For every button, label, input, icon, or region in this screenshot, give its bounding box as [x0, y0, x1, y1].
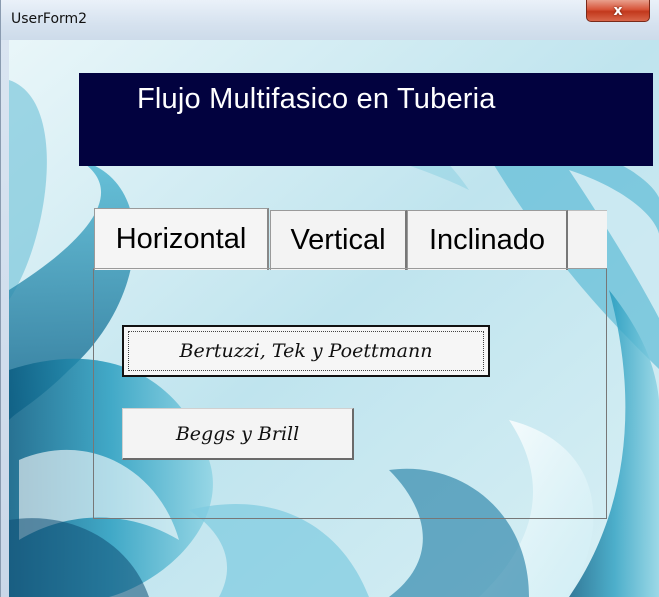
close-button[interactable]: x [586, 0, 650, 22]
header-banner: Flujo Multifasico en Tuberia [79, 73, 653, 166]
close-icon: x [613, 2, 623, 19]
bertuzzi-tek-poettmann-button[interactable]: Bertuzzi, Tek y Poettmann [122, 325, 490, 377]
title-bar[interactable]: UserForm2 x [1, 0, 659, 40]
tab-control: Horizontal Vertical Inclinado Bertuzzi, … [93, 208, 607, 519]
tab-strip-background [568, 210, 607, 268]
tab-inclinado[interactable]: Inclinado [407, 210, 568, 270]
tab-vertical[interactable]: Vertical [270, 210, 407, 270]
focus-rectangle [128, 331, 484, 371]
form-client-area: Flujo Multifasico en Tuberia Horizontal … [9, 40, 659, 597]
window-title: UserForm2 [11, 11, 88, 27]
banner-title: Flujo Multifasico en Tuberia [137, 83, 496, 115]
beggs-button-label: Beggs y Brill [175, 422, 300, 445]
userform-window: UserForm2 x Flujo Multifasico en Tuberia… [0, 0, 659, 597]
beggs-brill-button[interactable]: Beggs y Brill [122, 408, 354, 460]
tab-horizontal[interactable]: Horizontal [94, 208, 269, 270]
tab-page-horizontal: Bertuzzi, Tek y Poettmann Beggs y Brill [93, 268, 607, 519]
